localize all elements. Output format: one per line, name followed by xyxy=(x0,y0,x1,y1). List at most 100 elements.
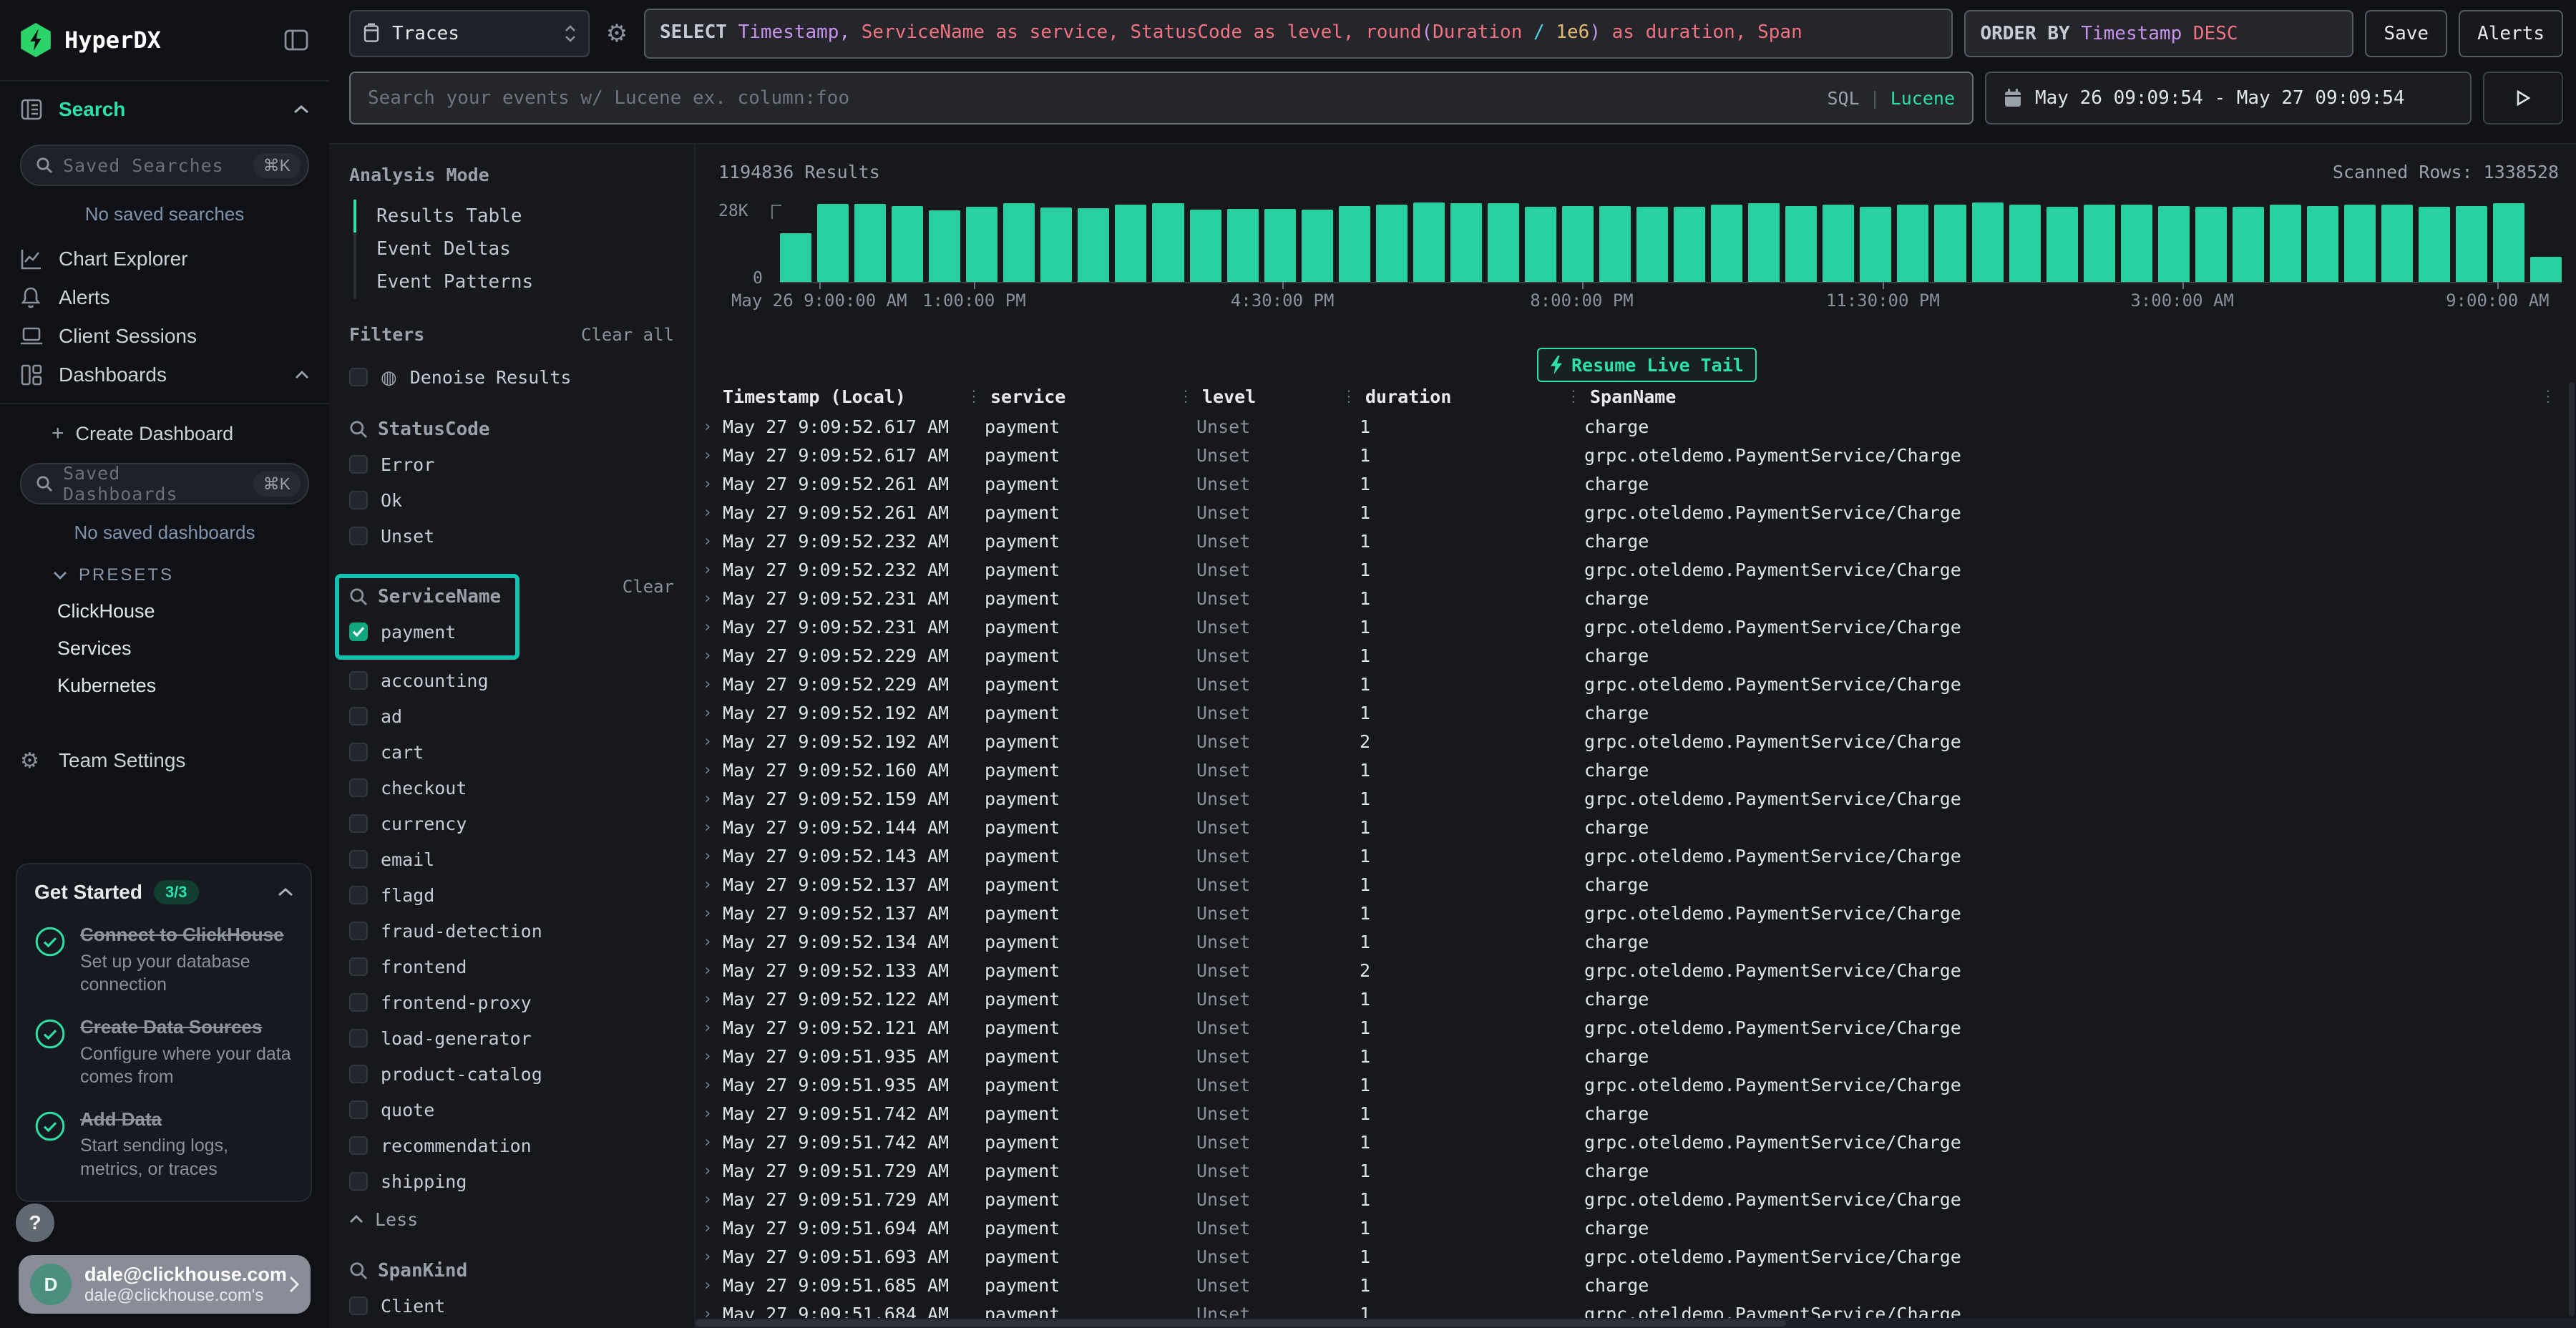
expand-row-icon[interactable]: › xyxy=(703,675,714,693)
column-header-duration[interactable]: ⋮duration xyxy=(1341,386,1566,407)
sidebar-item-team-settings[interactable]: ⚙ Team Settings xyxy=(0,741,329,780)
checkbox[interactable] xyxy=(349,368,368,386)
histogram-bar[interactable] xyxy=(1860,207,1891,282)
chevron-up-icon[interactable] xyxy=(293,104,309,114)
expand-row-icon[interactable]: › xyxy=(703,1019,714,1037)
save-button[interactable]: Save xyxy=(2365,10,2447,57)
histogram-bar[interactable] xyxy=(1450,203,1482,282)
histogram-bar[interactable] xyxy=(1934,205,1966,282)
checkbox[interactable] xyxy=(349,922,368,940)
checkbox[interactable] xyxy=(349,491,368,509)
expand-row-icon[interactable]: › xyxy=(703,847,714,865)
histogram-bar[interactable] xyxy=(1040,208,1072,282)
table-row[interactable]: ›May 27 9:09:51.935 AMpaymentUnset1charg… xyxy=(703,1042,2565,1070)
sidebar-item-dashboards[interactable]: Dashboards xyxy=(0,356,329,394)
checkbox[interactable] xyxy=(349,778,368,797)
expand-row-icon[interactable]: › xyxy=(703,933,714,951)
sidebar-item-chart-explorer[interactable]: Chart Explorer xyxy=(0,240,329,278)
orderby-clause-input[interactable]: ORDER BY Timestamp DESC xyxy=(1964,10,2353,57)
table-row[interactable]: ›May 27 9:09:52.121 AMpaymentUnset1grpc.… xyxy=(703,1013,2565,1042)
denoise-results-checkbox[interactable]: ◍ Denoise Results xyxy=(349,362,674,392)
search-icon[interactable] xyxy=(349,1261,368,1280)
histogram-bar[interactable] xyxy=(2530,257,2562,282)
histogram-bar[interactable] xyxy=(929,210,960,282)
filter-option-cart[interactable]: cart xyxy=(349,737,674,767)
histogram-bar[interactable] xyxy=(2046,207,2078,282)
histogram-bar[interactable] xyxy=(1823,205,1854,282)
table-row[interactable]: ›May 27 9:09:52.261 AMpaymentUnset1grpc.… xyxy=(703,498,2565,527)
user-menu[interactable]: D dale@clickhouse.com dale@clickhouse.co… xyxy=(19,1255,311,1314)
expand-row-icon[interactable]: › xyxy=(703,561,714,579)
histogram-bar[interactable] xyxy=(1972,202,2004,282)
filter-option-product-catalog[interactable]: product-catalog xyxy=(349,1059,674,1089)
resume-live-tail-button[interactable]: Resume Live Tail xyxy=(1537,348,1757,382)
column-header-spanname[interactable]: ⋮SpanName xyxy=(1566,386,2539,407)
expand-row-icon[interactable]: › xyxy=(703,1276,714,1294)
histogram-bar[interactable] xyxy=(2121,205,2152,282)
checkbox[interactable] xyxy=(349,527,368,545)
preset-item-clickhouse[interactable]: ClickHouse xyxy=(0,592,329,630)
expand-row-icon[interactable]: › xyxy=(703,819,714,836)
alerts-button[interactable]: Alerts xyxy=(2459,10,2563,57)
histogram-bar[interactable] xyxy=(2233,207,2264,282)
checkbox[interactable] xyxy=(349,743,368,761)
filter-option-frontend[interactable]: frontend xyxy=(349,952,674,982)
expand-row-icon[interactable]: › xyxy=(703,475,714,493)
checkbox[interactable] xyxy=(349,993,368,1012)
histogram-bar[interactable] xyxy=(2195,207,2227,282)
table-row[interactable]: ›May 27 9:09:52.122 AMpaymentUnset1charg… xyxy=(703,985,2565,1013)
table-row[interactable]: ›May 27 9:09:51.935 AMpaymentUnset1grpc.… xyxy=(703,1070,2565,1099)
histogram-bar[interactable] xyxy=(1897,205,1928,282)
table-row[interactable]: ›May 27 9:09:51.685 AMpaymentUnset1charg… xyxy=(703,1271,2565,1299)
filter-option-frontend-proxy[interactable]: frontend-proxy xyxy=(349,987,674,1017)
checkbox[interactable] xyxy=(349,622,368,641)
search-icon[interactable] xyxy=(349,420,368,439)
filter-option-flagd[interactable]: flagd xyxy=(349,880,674,910)
sidebar-item-client-sessions[interactable]: Client Sessions xyxy=(0,317,329,356)
checkbox[interactable] xyxy=(349,671,368,690)
source-select[interactable]: Traces xyxy=(349,10,590,57)
table-row[interactable]: ›May 27 9:09:52.144 AMpaymentUnset1charg… xyxy=(703,813,2565,841)
histogram-bar[interactable] xyxy=(2419,207,2450,282)
table-row[interactable]: ›May 27 9:09:51.729 AMpaymentUnset1grpc.… xyxy=(703,1185,2565,1214)
histogram-bar[interactable] xyxy=(1078,208,1109,282)
filter-option-recommendation[interactable]: recommendation xyxy=(349,1131,674,1161)
expand-row-icon[interactable]: › xyxy=(703,1219,714,1237)
preset-item-kubernetes[interactable]: Kubernetes xyxy=(0,667,329,704)
language-sql-option[interactable]: SQL xyxy=(1827,88,1859,109)
table-row[interactable]: ›May 27 9:09:51.694 AMpaymentUnset1charg… xyxy=(703,1214,2565,1242)
filter-option-email[interactable]: email xyxy=(349,844,674,874)
histogram-bar[interactable] xyxy=(1115,205,1146,282)
table-row[interactable]: ›May 27 9:09:52.617 AMpaymentUnset1grpc.… xyxy=(703,441,2565,469)
histogram-bar[interactable] xyxy=(1562,206,1594,282)
checkbox[interactable] xyxy=(349,850,368,869)
help-button[interactable]: ? xyxy=(16,1204,54,1242)
checkbox[interactable] xyxy=(349,455,368,474)
table-options-icon[interactable]: ⋮ xyxy=(2539,388,2556,406)
histogram-bar[interactable] xyxy=(2456,206,2487,282)
checkbox[interactable] xyxy=(349,1100,368,1119)
table-row[interactable]: ›May 27 9:09:51.742 AMpaymentUnset1grpc.… xyxy=(703,1128,2565,1156)
histogram-bar[interactable] xyxy=(1003,203,1035,282)
histogram-bar[interactable] xyxy=(1190,210,1221,282)
table-row[interactable]: ›May 27 9:09:52.160 AMpaymentUnset1charg… xyxy=(703,756,2565,784)
table-row[interactable]: ›May 27 9:09:51.742 AMpaymentUnset1charg… xyxy=(703,1099,2565,1128)
clear-filter-link[interactable]: Clear xyxy=(623,577,674,597)
table-row[interactable]: ›May 27 9:09:52.159 AMpaymentUnset1grpc.… xyxy=(703,784,2565,813)
filter-option-load-generator[interactable]: load-generator xyxy=(349,1023,674,1053)
expand-row-icon[interactable]: › xyxy=(703,790,714,808)
date-range-picker[interactable]: May 26 09:09:54 - May 27 09:09:54 xyxy=(1985,72,2472,125)
chevron-up-icon[interactable] xyxy=(295,370,309,380)
expand-row-icon[interactable]: › xyxy=(703,418,714,436)
expand-row-icon[interactable]: › xyxy=(703,1048,714,1065)
analysis-mode-results-table[interactable]: Results Table xyxy=(356,200,674,233)
table-row[interactable]: ›May 27 9:09:52.143 AMpaymentUnset1grpc.… xyxy=(703,841,2565,870)
checkbox[interactable] xyxy=(349,1029,368,1048)
expand-row-icon[interactable]: › xyxy=(703,1248,714,1266)
get-started-header[interactable]: Get Started 3/3 xyxy=(34,880,293,904)
filter-option-payment[interactable]: payment xyxy=(349,617,501,647)
expand-row-icon[interactable]: › xyxy=(703,590,714,607)
table-row[interactable]: ›May 27 9:09:51.729 AMpaymentUnset1charg… xyxy=(703,1156,2565,1185)
expand-row-icon[interactable]: › xyxy=(703,704,714,722)
table-row[interactable]: ›May 27 9:09:52.137 AMpaymentUnset1grpc.… xyxy=(703,899,2565,927)
